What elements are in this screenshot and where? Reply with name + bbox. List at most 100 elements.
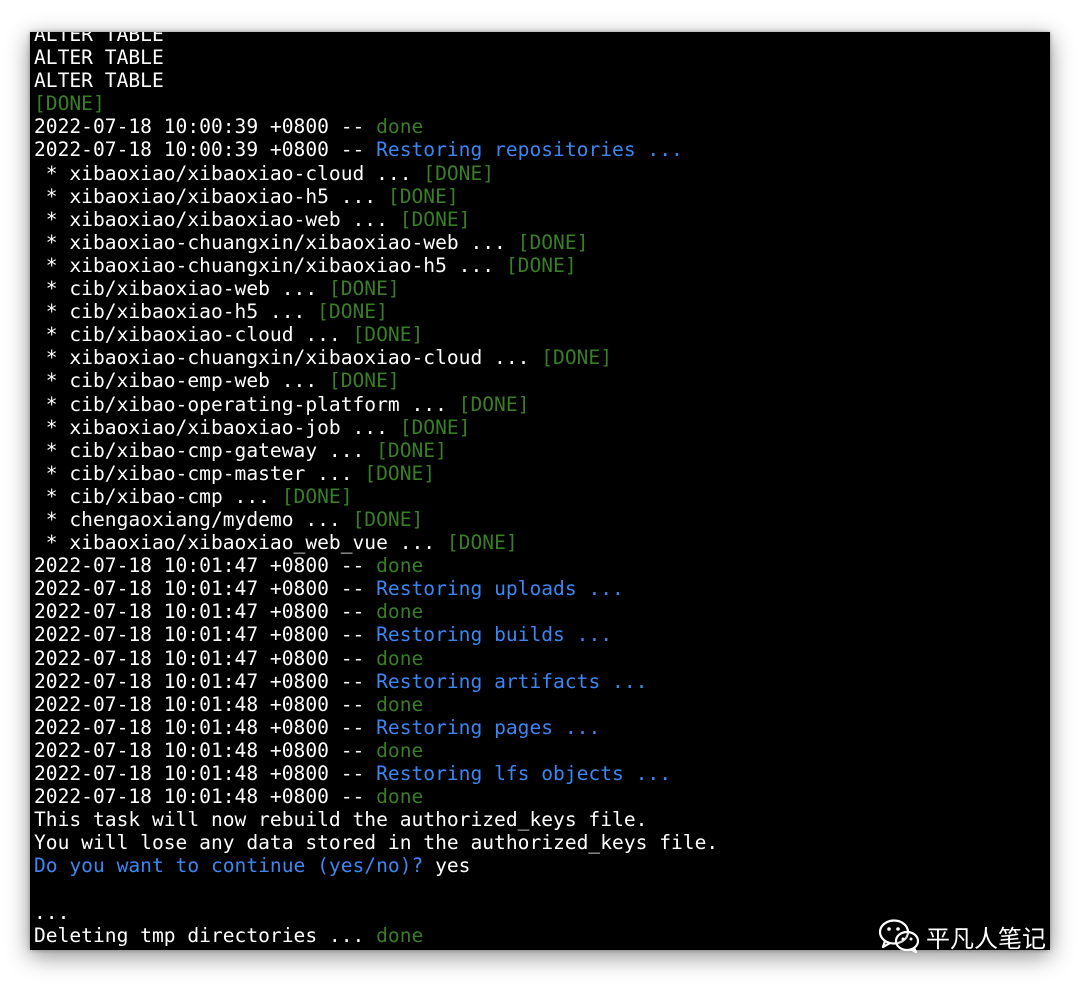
info-text: Restoring pages ... (376, 715, 601, 739)
terminal-line: * xibaoxiao/xibaoxiao-web ... [DONE] (34, 208, 1050, 231)
terminal-line: * cib/xibao-emp-web ... [DONE] (34, 369, 1050, 392)
watermark: 平凡人笔记 (878, 918, 1046, 954)
terminal-line: You will lose any data stored in the aut… (34, 831, 1050, 854)
terminal-line: * xibaoxiao/xibaoxiao-h5 ... [DONE] (34, 185, 1050, 208)
status-text: [DONE] (34, 92, 105, 116)
terminal-line: 2022-07-18 10:00:39 +0800 -- done (34, 115, 1050, 138)
terminal-line: ALTER TABLE (34, 32, 1050, 46)
output-text: yes (423, 854, 471, 878)
info-text: Restoring uploads ... (376, 577, 624, 601)
info-text: Restoring lfs objects ... (376, 762, 672, 785)
terminal-line: * xibaoxiao/xibaoxiao_web_vue ... [DONE] (34, 531, 1050, 554)
status-text: done (376, 692, 424, 716)
status-text: [DONE] (317, 300, 388, 324)
terminal-line: 2022-07-18 10:01:48 +0800 -- done (34, 739, 1050, 762)
output-text: * xibaoxiao/xibaoxiao-h5 ... (34, 184, 388, 208)
status-text: [DONE] (505, 253, 577, 277)
terminal-line: 2022-07-18 10:01:48 +0800 -- done (34, 785, 1050, 808)
output-text: ALTER TABLE (34, 32, 164, 46)
status-text: done (376, 646, 424, 670)
terminal-line: * xibaoxiao-chuangxin/xibaoxiao-h5 ... [… (34, 254, 1050, 277)
terminal-line: ALTER TABLE (34, 69, 1050, 92)
terminal-line: * xibaoxiao-chuangxin/xibaoxiao-web ... … (34, 231, 1050, 254)
terminal-line: This task will now rebuild the authorize… (34, 808, 1050, 831)
terminal-line: * cib/xibao-cmp-gateway ... [DONE] (34, 439, 1050, 462)
terminal-line: [DONE] (34, 92, 1050, 115)
terminal-line: 2022-07-18 10:01:48 +0800 -- Restoring l… (34, 762, 1050, 785)
status-text: [DONE] (281, 484, 353, 508)
status-text: [DONE] (352, 507, 424, 531)
terminal-line: 2022-07-18 10:01:47 +0800 -- Restoring b… (34, 623, 1050, 646)
info-text: Restoring builds ... (376, 623, 613, 647)
terminal-output: ALTER TABLE ALTER TABLE ALTER TABLE [DONE] 2… (34, 32, 1050, 947)
output-text: * cib/xibao-operating-platform ... (34, 392, 459, 416)
output-text: * xibaoxiao/xibaoxiao_web_vue ... (34, 531, 447, 555)
status-text: [DONE] (376, 438, 447, 462)
output-text: 2022-07-18 10:01:48 +0800 -- (34, 762, 377, 785)
output-text: * xibaoxiao-chuangxin/xibaoxiao-h5 ... (34, 253, 506, 277)
terminal-line: * cib/xibao-operating-platform ... [DONE… (34, 393, 1050, 416)
output-text: * cib/xibaoxiao-cloud ... (34, 323, 353, 347)
output-text: You will lose any data stored in the aut… (34, 831, 719, 855)
status-text: done (376, 554, 424, 578)
terminal-line: 2022-07-18 10:01:47 +0800 -- done (34, 647, 1050, 670)
status-text: done (376, 785, 424, 809)
output-text: * xibaoxiao/xibaoxiao-web ... (34, 207, 400, 231)
output-text: 2022-07-18 10:01:48 +0800 -- (34, 692, 377, 716)
terminal-line: * xibaoxiao/xibaoxiao-job ... [DONE] (34, 416, 1050, 439)
terminal-line: * chengaoxiang/mydemo ... [DONE] (34, 508, 1050, 531)
terminal-line: 2022-07-18 10:00:39 +0800 -- Restoring r… (34, 138, 1050, 161)
terminal-line: Do you want to continue (yes/no)? yes (34, 854, 1050, 877)
output-text: 2022-07-18 10:01:47 +0800 -- (34, 669, 377, 693)
output-text: ALTER TABLE (34, 69, 164, 93)
status-text: [DONE] (387, 184, 459, 208)
output-text: 2022-07-18 10:01:48 +0800 -- (34, 715, 377, 739)
output-text: * cib/xibaoxiao-web ... (34, 277, 329, 301)
output-text: * chengaoxiang/mydemo ... (34, 507, 353, 531)
status-text: done (376, 600, 424, 624)
status-text: [DONE] (352, 323, 424, 347)
terminal-line: * cib/xibao-cmp ... [DONE] (34, 485, 1050, 508)
info-text: Restoring artifacts ... (376, 669, 648, 693)
output-text: 2022-07-18 10:01:48 +0800 -- (34, 785, 377, 809)
output-text: This task will now rebuild the authorize… (34, 808, 648, 832)
terminal-line: 2022-07-18 10:01:48 +0800 -- done (34, 693, 1050, 716)
wechat-icon (878, 919, 920, 954)
terminal-line: * xibaoxiao/xibaoxiao-cloud ... [DONE] (34, 162, 1050, 185)
output-text: 2022-07-18 10:01:47 +0800 -- (34, 577, 377, 601)
info-text: Do you want to continue (yes/no)? (34, 854, 424, 878)
terminal-line: * cib/xibaoxiao-web ... [DONE] (34, 277, 1050, 300)
status-text: [DONE] (328, 369, 400, 393)
terminal-line: * xibaoxiao-chuangxin/xibaoxiao-cloud ..… (34, 346, 1050, 369)
output-text: * xibaoxiao/xibaoxiao-job ... (34, 415, 400, 439)
output-text: * xibaoxiao-chuangxin/xibaoxiao-web ... (34, 230, 518, 254)
terminal-line: * cib/xibaoxiao-cloud ... [DONE] (34, 323, 1050, 346)
terminal-line: 2022-07-18 10:01:47 +0800 -- done (34, 600, 1050, 623)
terminal-line: 2022-07-18 10:01:47 +0800 -- Restoring u… (34, 577, 1050, 600)
status-text: [DONE] (328, 277, 400, 301)
output-text: 2022-07-18 10:01:47 +0800 -- (34, 600, 377, 624)
output-text: 2022-07-18 10:01:48 +0800 -- (34, 738, 377, 762)
output-text: 2022-07-18 10:00:39 +0800 -- (34, 138, 377, 162)
terminal-line: * cib/xibaoxiao-h5 ... [DONE] (34, 300, 1050, 323)
output-text: * xibaoxiao/xibaoxiao-cloud ... (34, 161, 424, 185)
output-text: * cib/xibaoxiao-h5 ... (34, 300, 318, 324)
terminal-window[interactable]: ALTER TABLE ALTER TABLE ALTER TABLE [DONE] 2… (30, 32, 1050, 950)
watermark-text: 平凡人笔记 (926, 924, 1046, 953)
output-text: ... (34, 900, 70, 924)
output-text: * xibaoxiao-chuangxin/xibaoxiao-cloud ..… (34, 346, 542, 370)
status-text: [DONE] (517, 230, 589, 254)
status-text: [DONE] (364, 461, 436, 485)
output-text: 2022-07-18 10:01:47 +0800 -- (34, 646, 377, 670)
terminal-line: ALTER TABLE (34, 46, 1050, 69)
output-text: 2022-07-18 10:00:39 +0800 -- (34, 115, 377, 139)
terminal-line: 2022-07-18 10:01:48 +0800 -- Restoring p… (34, 716, 1050, 739)
info-text: Restoring repositories ... (376, 138, 683, 162)
output-text: 2022-07-18 10:01:47 +0800 -- (34, 554, 377, 578)
output-text: * cib/xibao-emp-web ... (34, 369, 329, 393)
status-text: [DONE] (458, 392, 530, 416)
status-text: [DONE] (446, 531, 518, 555)
output-text: Deleting tmp directories ... (34, 923, 377, 947)
status-text: done (376, 738, 424, 762)
